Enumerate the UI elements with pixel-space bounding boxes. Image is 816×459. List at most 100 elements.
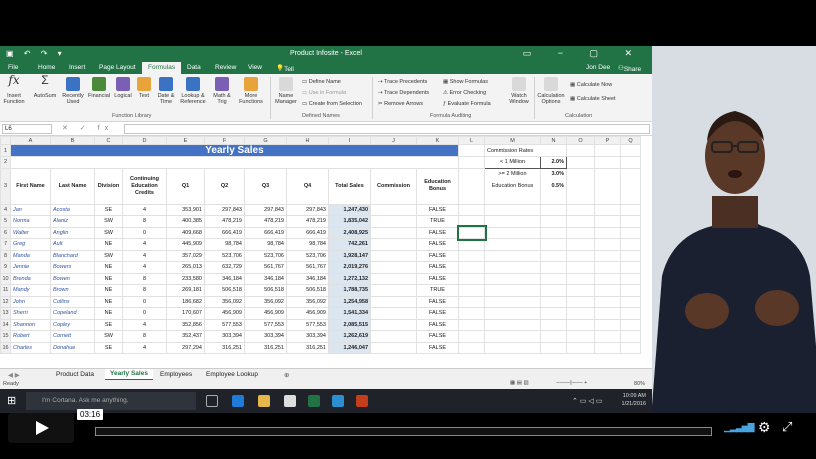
- tab-file[interactable]: File: [8, 64, 18, 71]
- cell[interactable]: 170,607: [166, 307, 205, 320]
- row-header[interactable]: 8: [0, 249, 11, 262]
- cell[interactable]: 8: [122, 284, 167, 297]
- cell[interactable]: [620, 261, 641, 274]
- cell[interactable]: [540, 249, 567, 262]
- cell[interactable]: 561,767: [286, 261, 329, 274]
- cell[interactable]: [620, 226, 641, 239]
- cell[interactable]: [458, 215, 485, 228]
- cell[interactable]: [594, 330, 621, 343]
- cell[interactable]: [566, 284, 595, 297]
- cell[interactable]: SE: [94, 341, 123, 354]
- cell[interactable]: 506,518: [204, 284, 245, 297]
- cell[interactable]: [370, 284, 417, 297]
- cell[interactable]: 352,856: [166, 318, 205, 331]
- cell[interactable]: 1,262,619: [328, 330, 371, 343]
- cell[interactable]: [484, 261, 541, 274]
- column-header[interactable]: L: [458, 136, 485, 145]
- column-header[interactable]: A: [10, 136, 51, 145]
- cell[interactable]: [458, 144, 485, 157]
- cell[interactable]: [566, 272, 595, 285]
- select-all-corner[interactable]: [0, 136, 11, 145]
- taskbar-clock[interactable]: 10:09 AM 1/21/2016: [622, 392, 646, 408]
- cell[interactable]: 233,580: [166, 272, 205, 285]
- cell[interactable]: [540, 295, 567, 308]
- evaluate-formula-button[interactable]: ƒ Evaluate Formula: [443, 101, 491, 107]
- cell[interactable]: FALSE: [416, 341, 459, 354]
- header-q3[interactable]: Q3: [244, 167, 287, 205]
- cell[interactable]: [370, 226, 417, 239]
- column-header[interactable]: P: [594, 136, 621, 145]
- header-total-sales[interactable]: Total Sales: [328, 167, 371, 205]
- sheet-tab-employee-lookup[interactable]: Employee Lookup: [206, 371, 258, 378]
- fullscreen-icon[interactable]: ⤢: [782, 419, 792, 435]
- cell[interactable]: [620, 238, 641, 251]
- cell[interactable]: SW: [94, 330, 123, 343]
- cell[interactable]: 303,394: [286, 330, 329, 343]
- cell[interactable]: Walter: [10, 226, 51, 239]
- logical-button[interactable]: Logical: [112, 77, 134, 99]
- column-header[interactable]: C: [94, 136, 123, 145]
- cell[interactable]: [370, 261, 417, 274]
- calculation-options-button[interactable]: Calculation Options: [536, 77, 566, 105]
- cell[interactable]: [594, 284, 621, 297]
- cell[interactable]: 303,394: [204, 330, 245, 343]
- cell[interactable]: 409,668: [166, 226, 205, 239]
- cell[interactable]: 456,909: [244, 307, 287, 320]
- cell[interactable]: 456,909: [204, 307, 245, 320]
- cell[interactable]: [620, 307, 641, 320]
- cell[interactable]: [594, 215, 621, 228]
- cell[interactable]: 356,092: [286, 295, 329, 308]
- formula-bar-icons[interactable]: ✕ ✓ fx: [62, 124, 113, 132]
- cell[interactable]: [566, 203, 595, 216]
- cell[interactable]: [566, 144, 595, 157]
- cell[interactable]: Shannon: [10, 318, 51, 331]
- show-formulas-button[interactable]: ▦ Show Formulas: [443, 79, 488, 85]
- sheet-tab-employees[interactable]: Employees: [160, 371, 192, 378]
- volume-icon[interactable]: ▁▂▃▅▇: [724, 422, 755, 433]
- cell[interactable]: FALSE: [416, 249, 459, 262]
- cell[interactable]: [620, 272, 641, 285]
- cell[interactable]: [370, 307, 417, 320]
- cell[interactable]: SE: [94, 203, 123, 216]
- cell[interactable]: FALSE: [416, 226, 459, 239]
- cell[interactable]: NE: [94, 307, 123, 320]
- cell[interactable]: [10, 156, 459, 169]
- column-header[interactable]: O: [566, 136, 595, 145]
- cell[interactable]: SW: [94, 215, 123, 228]
- cell[interactable]: FALSE: [416, 261, 459, 274]
- cell[interactable]: NE: [94, 261, 123, 274]
- row-header[interactable]: 7: [0, 238, 11, 251]
- cell[interactable]: Charles: [10, 341, 51, 354]
- row-header[interactable]: 11: [0, 284, 11, 297]
- header-q4[interactable]: Q4: [286, 167, 329, 205]
- cell[interactable]: [458, 341, 485, 354]
- commission-rates-title[interactable]: Commission Rates: [484, 144, 567, 157]
- windows-start-icon[interactable]: ⊞: [7, 394, 16, 407]
- cell[interactable]: 346,184: [244, 272, 287, 285]
- recently-used-button[interactable]: Recently Used: [60, 77, 86, 105]
- cell[interactable]: 523,706: [204, 249, 245, 262]
- row-header[interactable]: 2: [0, 156, 11, 169]
- cell[interactable]: NE: [94, 284, 123, 297]
- cell[interactable]: Alaniz: [50, 215, 95, 228]
- cell[interactable]: 1,541,334: [328, 307, 371, 320]
- cell[interactable]: [484, 341, 541, 354]
- cell[interactable]: Greg: [10, 238, 51, 251]
- row-header[interactable]: 16: [0, 341, 11, 354]
- cell[interactable]: [458, 318, 485, 331]
- cell[interactable]: [458, 249, 485, 262]
- cell[interactable]: [370, 249, 417, 262]
- cell[interactable]: [484, 226, 541, 239]
- row-header[interactable]: 15: [0, 330, 11, 343]
- cell[interactable]: [484, 307, 541, 320]
- cell[interactable]: [566, 249, 595, 262]
- cell[interactable]: [566, 238, 595, 251]
- cell[interactable]: 4: [122, 318, 167, 331]
- row-header[interactable]: 6: [0, 226, 11, 239]
- formula-input[interactable]: [124, 124, 650, 134]
- cell[interactable]: [484, 330, 541, 343]
- cell[interactable]: [540, 318, 567, 331]
- cell[interactable]: 0: [122, 307, 167, 320]
- cell[interactable]: 2,085,515: [328, 318, 371, 331]
- cell[interactable]: 666,419: [286, 226, 329, 239]
